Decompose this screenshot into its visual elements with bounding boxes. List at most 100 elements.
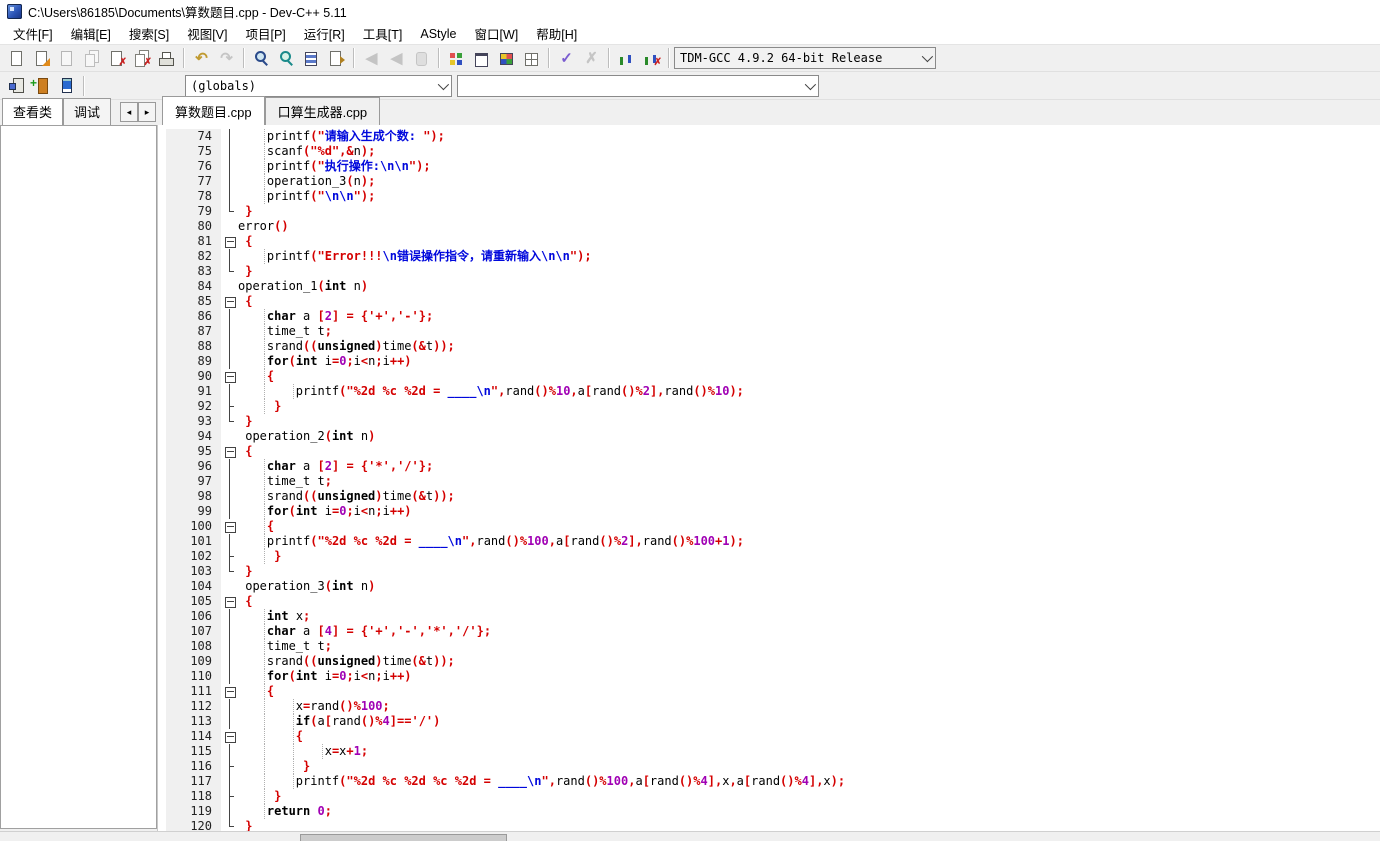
close-button[interactable]: ✗ [104, 47, 129, 69]
insert-snippet-button[interactable] [4, 75, 29, 97]
tab-scroll-left-button[interactable]: ◂ [120, 102, 138, 122]
print-button[interactable] [154, 47, 179, 69]
fold-toggle[interactable] [221, 684, 238, 699]
forward-button[interactable]: ◀ [384, 47, 409, 69]
fold-toggle[interactable] [221, 519, 238, 534]
indent-guide [263, 249, 265, 264]
new-file-button[interactable] [4, 47, 29, 69]
save-icon [58, 50, 75, 67]
menu-item[interactable]: 窗口[W] [466, 22, 528, 45]
replace-button[interactable] [299, 47, 324, 69]
line-number: 107 [166, 624, 221, 639]
code-line: 88 srand((unsigned)time(&t)); [166, 339, 1380, 354]
globals-combobox[interactable]: (globals) [185, 74, 452, 97]
find-button[interactable] [249, 47, 274, 69]
indent-guide [292, 744, 294, 759]
find-in-files-icon [278, 50, 295, 67]
abort-button[interactable]: ✗ [579, 47, 604, 69]
left-panel-tab-active[interactable]: 查看类 [2, 98, 64, 125]
delete-profiling-button[interactable]: ✗ [639, 47, 664, 69]
compile-and-run-button[interactable] [494, 47, 519, 69]
fold-gutter [221, 309, 238, 324]
undo-icon: ↶ [195, 49, 208, 67]
fold-gutter [221, 579, 238, 594]
fold-toggle[interactable] [221, 444, 238, 459]
menu-item[interactable]: 编辑[E] [62, 22, 120, 45]
goto-bookmark-button[interactable] [54, 75, 79, 97]
fold-toggle[interactable] [221, 729, 238, 744]
menu-item[interactable]: 视图[V] [178, 22, 236, 45]
menu-item[interactable]: 搜索[S] [120, 22, 178, 45]
goto-bookmark-icon [58, 77, 75, 94]
toolbar-separator [243, 48, 245, 68]
fold-collapse-icon[interactable] [225, 237, 236, 248]
fold-gutter [221, 354, 238, 369]
fold-gutter [221, 174, 238, 189]
fold-gutter [221, 564, 238, 579]
fold-collapse-icon[interactable] [225, 522, 236, 533]
app-icon [7, 4, 22, 19]
goto-line-button[interactable] [324, 47, 349, 69]
syntax-check-button[interactable]: ✓ [554, 47, 579, 69]
line-number: 120 [166, 819, 221, 831]
chevron-down-icon [921, 50, 934, 63]
editor-tab-active[interactable]: 算数题目.cpp [162, 96, 265, 125]
class-browser-panel[interactable] [0, 125, 157, 829]
compiler-combobox[interactable]: TDM-GCC 4.9.2 64-bit Release [674, 47, 936, 69]
code-line: 104 operation_3(int n) [166, 579, 1380, 594]
fold-collapse-icon[interactable] [225, 372, 236, 383]
toggle-bookmark-button[interactable]: + [29, 75, 54, 97]
back-button[interactable]: ◀ [359, 47, 384, 69]
line-number: 78 [166, 189, 221, 204]
profile-button[interactable] [614, 47, 639, 69]
code-text: } [245, 564, 253, 578]
rebuild-all-button[interactable] [519, 47, 544, 69]
fold-collapse-icon[interactable] [225, 687, 236, 698]
line-number: 114 [166, 729, 221, 744]
code-line: 82 printf("Error!!!\n错误操作指令，请重新输入\n\n"); [166, 249, 1380, 264]
menu-item[interactable]: 工具[T] [354, 22, 412, 45]
find-in-files-button[interactable] [274, 47, 299, 69]
open-file-button[interactable] [29, 47, 54, 69]
undo-button[interactable]: ↶ [189, 47, 214, 69]
code-line: 97 time_t t; [166, 474, 1380, 489]
run-button[interactable] [469, 47, 494, 69]
menu-item[interactable]: 帮助[H] [527, 22, 586, 45]
code-line: 100 { [166, 519, 1380, 534]
code-editor[interactable]: 74 printf("请输入生成个数: "); 75 scanf("%d",&n)… [157, 125, 1380, 831]
menu-item[interactable]: 项目[P] [236, 22, 294, 45]
indent-guide [292, 384, 294, 399]
line-number: 98 [166, 489, 221, 504]
fold-collapse-icon[interactable] [225, 732, 236, 743]
code-line: 111 { [166, 684, 1380, 699]
toolbar-separator [183, 48, 185, 68]
fold-toggle[interactable] [221, 369, 238, 384]
goto-declaration-button[interactable] [409, 47, 434, 69]
redo-button[interactable]: ↷ [214, 47, 239, 69]
fold-toggle[interactable] [221, 294, 238, 309]
left-panel-tab-inactive[interactable]: 调试 [63, 98, 112, 125]
fold-collapse-icon[interactable] [225, 597, 236, 608]
menu-item[interactable]: 运行[R] [295, 22, 354, 45]
fold-collapse-icon[interactable] [225, 297, 236, 308]
code-line: 78 printf("\n\n"); [166, 189, 1380, 204]
fold-toggle[interactable] [221, 234, 238, 249]
close-all-button[interactable]: ✗ [129, 47, 154, 69]
main-toolbar: ✗ ✗ ↶ ↷ ◀ ◀ ✓ ✗ ✗ TDM-GCC 4.9.2 64-bit Release [0, 45, 1380, 72]
menu-item[interactable]: 文件[F] [4, 22, 62, 45]
code-line: 94 operation_2(int n) [166, 429, 1380, 444]
code-line: 91 printf("%2d %c %2d = ____\n",rand()%1… [166, 384, 1380, 399]
menu-item[interactable]: AStyle [411, 25, 465, 43]
fold-toggle[interactable] [221, 594, 238, 609]
save-all-button[interactable] [79, 47, 104, 69]
fold-gutter [221, 759, 238, 774]
fold-collapse-icon[interactable] [225, 447, 236, 458]
find-icon [253, 50, 270, 67]
fold-gutter [221, 669, 238, 684]
compile-button[interactable] [444, 47, 469, 69]
members-combobox[interactable] [457, 74, 819, 97]
editor-tab[interactable]: 口算生成器.cpp [264, 97, 381, 125]
tab-scroll-right-button[interactable]: ▸ [138, 102, 156, 122]
back-icon: ◀ [365, 49, 378, 67]
save-button[interactable] [54, 47, 79, 69]
